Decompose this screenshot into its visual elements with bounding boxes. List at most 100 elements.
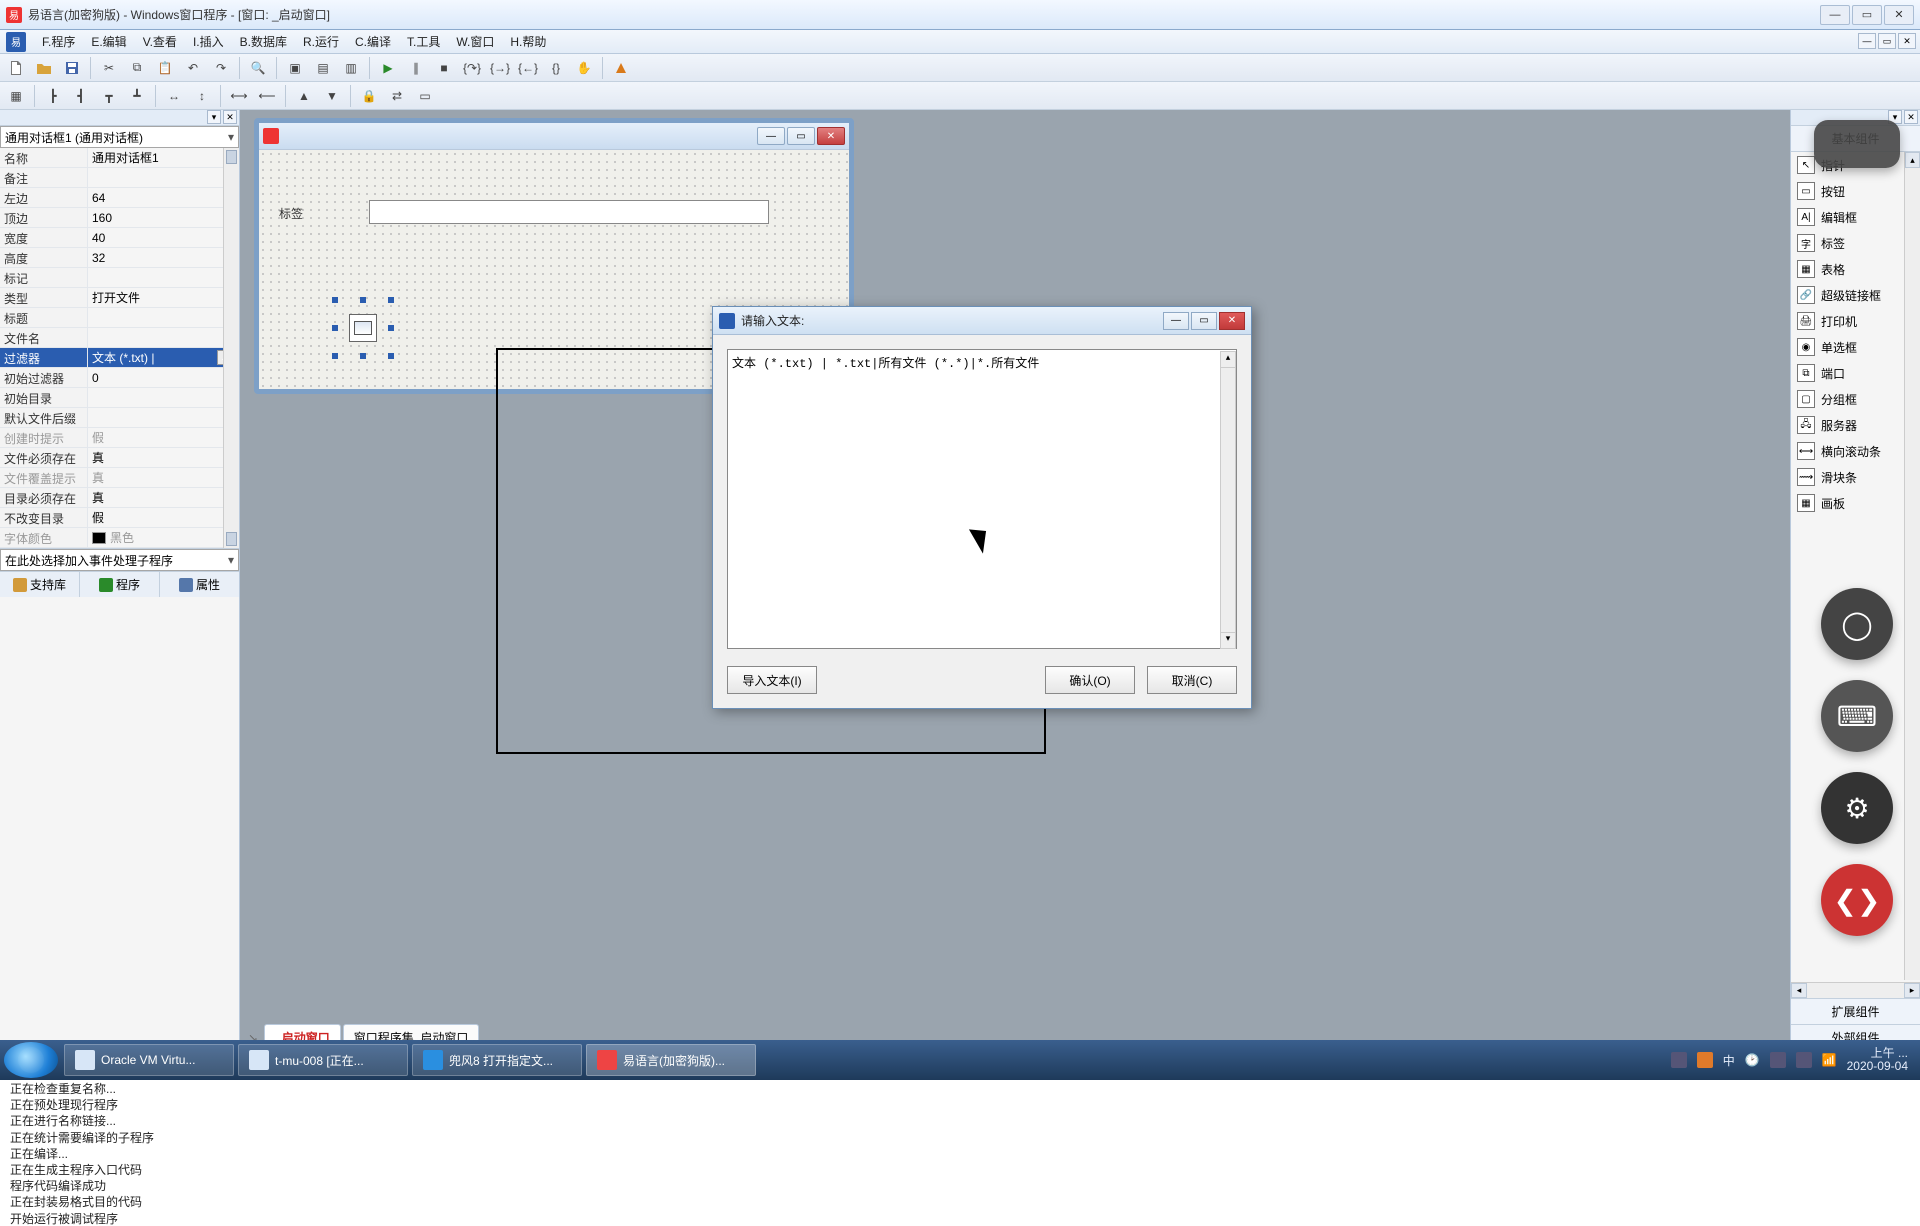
ime-indicator[interactable]: 中 [1723, 1052, 1735, 1069]
property-row[interactable]: 文件名 [0, 328, 239, 348]
taskbar-item-ie[interactable]: 兜风8 打开指定文... [412, 1044, 582, 1076]
form-maximize-button[interactable]: ▭ [787, 127, 815, 145]
overlay-widget-1[interactable] [1814, 120, 1900, 168]
menu-edit[interactable]: E.编辑 [83, 30, 134, 53]
tray-icon-4[interactable] [1796, 1052, 1812, 1068]
ok-button[interactable]: 确认(O) [1045, 666, 1135, 694]
mdi-close-button[interactable]: ✕ [1898, 33, 1916, 49]
textarea-scrollbar[interactable]: ▴▾ [1220, 351, 1236, 649]
breakpoint-button[interactable]: {} [543, 56, 569, 80]
property-value[interactable] [88, 308, 239, 327]
property-row[interactable]: 过滤器文本 (*.txt) |… [0, 348, 239, 368]
same-height-button[interactable]: ↕ [189, 84, 215, 108]
property-value[interactable] [88, 408, 239, 427]
menu-view[interactable]: V.查看 [135, 30, 185, 53]
property-value[interactable] [88, 268, 239, 287]
property-row[interactable]: 标记 [0, 268, 239, 288]
tab-support-lib[interactable]: 支持库 [0, 572, 80, 597]
tray-icon-3[interactable] [1770, 1052, 1786, 1068]
record-button[interactable]: ◯ [1821, 588, 1893, 660]
tray-icon-sogou[interactable] [1697, 1052, 1713, 1068]
pane-close-button[interactable]: ✕ [223, 110, 237, 124]
property-row[interactable]: 不改变目录假 [0, 508, 239, 528]
property-value[interactable]: 160 [88, 208, 239, 227]
run-button[interactable]: ▶ [375, 56, 401, 80]
center-v-button[interactable]: ⟵ [254, 84, 280, 108]
menu-compile[interactable]: C.编译 [347, 30, 399, 53]
property-row[interactable]: 备注 [0, 168, 239, 188]
menu-insert[interactable]: I.插入 [185, 30, 232, 53]
property-value[interactable]: 0 [88, 368, 239, 387]
compile-run-button[interactable] [608, 56, 634, 80]
align-left-button[interactable]: ┣ [40, 84, 66, 108]
section-extended[interactable]: 扩展组件 [1791, 998, 1920, 1024]
step-out-button[interactable]: {←} [515, 56, 541, 80]
redo-button[interactable]: ↷ [208, 56, 234, 80]
tray-icon-1[interactable] [1671, 1052, 1687, 1068]
send-back-button[interactable]: ▼ [319, 84, 345, 108]
lock-button[interactable]: 🔒 [356, 84, 382, 108]
property-row[interactable]: 顶边160 [0, 208, 239, 228]
grid-button[interactable]: ▦ [3, 84, 29, 108]
find-button[interactable]: 🔍 [245, 56, 271, 80]
property-value[interactable]: 通用对话框1 [88, 148, 239, 167]
tab-properties[interactable]: 属性 [160, 572, 239, 597]
new-button[interactable] [3, 56, 29, 80]
window2-button[interactable]: ▤ [310, 56, 336, 80]
comp-scrollbar-v[interactable]: ▴ [1904, 152, 1920, 980]
comp-close-button[interactable]: ✕ [1904, 110, 1918, 124]
property-value[interactable]: 黑色 [88, 528, 239, 547]
property-value[interactable] [88, 168, 239, 187]
maximize-button[interactable]: ▭ [1852, 5, 1882, 25]
menu-program[interactable]: F.程序 [34, 30, 83, 53]
property-row[interactable]: 初始目录 [0, 388, 239, 408]
property-row[interactable]: 标题 [0, 308, 239, 328]
property-row[interactable]: 名称通用对话框1 [0, 148, 239, 168]
step-over-button[interactable]: {↷} [459, 56, 485, 80]
tab-program[interactable]: 程序 [80, 572, 160, 597]
align-right-button[interactable]: ┫ [68, 84, 94, 108]
output-panel[interactable]: 正在检查重复名称... 正在预处理现行程序 正在进行名称链接... 正在统计需要… [0, 1076, 1920, 1226]
dialog-minimize-button[interactable]: — [1163, 312, 1189, 330]
dialog-maximize-button[interactable]: ▭ [1191, 312, 1217, 330]
property-row[interactable]: 左边64 [0, 188, 239, 208]
property-value[interactable]: 40 [88, 228, 239, 247]
code-overlay-button[interactable]: ❮❯ [1821, 864, 1893, 936]
keyboard-overlay-button[interactable]: ⌨ [1821, 680, 1893, 752]
center-h-button[interactable]: ⟷ [226, 84, 252, 108]
stop-button[interactable]: ■ [431, 56, 457, 80]
cut-button[interactable]: ✂ [96, 56, 122, 80]
tray-icon-2[interactable]: 🕑 [1745, 1053, 1760, 1067]
align-bottom-button[interactable]: ┻ [124, 84, 150, 108]
open-button[interactable] [31, 56, 57, 80]
property-row[interactable]: 宽度40 [0, 228, 239, 248]
property-row[interactable]: 初始过滤器0 [0, 368, 239, 388]
dialog-close-button[interactable]: ✕ [1219, 312, 1245, 330]
menu-tools[interactable]: T.工具 [399, 30, 448, 53]
property-row[interactable]: 文件必须存在真 [0, 448, 239, 468]
gear-overlay-button[interactable]: ⚙ [1821, 772, 1893, 844]
window3-button[interactable]: ▥ [338, 56, 364, 80]
property-value[interactable]: 64 [88, 188, 239, 207]
close-button[interactable]: ✕ [1884, 5, 1914, 25]
property-value[interactable] [88, 388, 239, 407]
window1-button[interactable]: ▣ [282, 56, 308, 80]
property-value[interactable]: 文本 (*.txt) |… [88, 348, 239, 367]
dialog-textarea[interactable] [727, 349, 1237, 649]
taskbar-clock[interactable]: 上午 ... 2020-09-04 [1847, 1047, 1908, 1073]
taskbar-item-eyuyan[interactable]: 易语言(加密狗版)... [586, 1044, 756, 1076]
paste-button[interactable]: 📋 [152, 56, 178, 80]
mdi-minimize-button[interactable]: — [1858, 33, 1876, 49]
mdi-restore-button[interactable]: ▭ [1878, 33, 1896, 49]
step-into-button[interactable]: {→} [487, 56, 513, 80]
property-value[interactable]: 32 [88, 248, 239, 267]
property-row[interactable]: 目录必须存在真 [0, 488, 239, 508]
selected-component-dialog[interactable] [335, 300, 391, 356]
tray-icon-net[interactable]: 📶 [1822, 1053, 1837, 1067]
pane-pin-button[interactable]: ▾ [207, 110, 221, 124]
comp-scrollbar-h[interactable]: ◂▸ [1791, 982, 1920, 998]
event-selector[interactable]: 在此处选择加入事件处理子程序 ▾ [0, 549, 239, 571]
menu-database[interactable]: B.数据库 [232, 30, 295, 53]
editbox-component[interactable] [369, 200, 769, 224]
same-width-button[interactable]: ↔ [161, 84, 187, 108]
